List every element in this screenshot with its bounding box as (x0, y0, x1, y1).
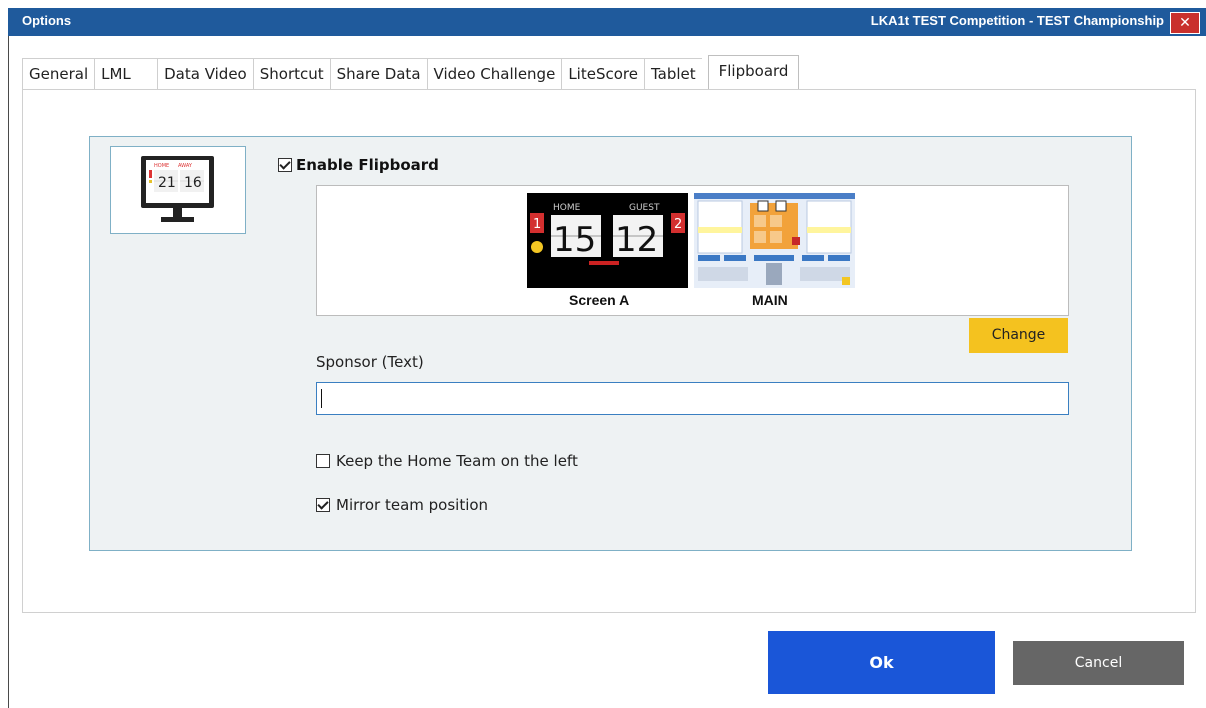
flipboard-icon-box: HOME AWAY 21 16 (110, 146, 246, 234)
enable-flipboard-label: Enable Flipboard (296, 156, 439, 174)
title-bar-background: Options LKA1t TEST Competition - TEST Ch… (8, 8, 1206, 36)
enable-flipboard-check[interactable] (278, 158, 292, 172)
keep-home-left-checkbox[interactable]: Keep the Home Team on the left (316, 452, 578, 470)
tab-litescore[interactable]: LiteScore (561, 58, 644, 89)
tab-flipboard[interactable]: Flipboard (707, 55, 800, 90)
tab-video-challenge[interactable]: Video Challenge (426, 58, 562, 89)
screen-a-home-score: 15 (553, 220, 596, 260)
flipboard-preview (316, 185, 1069, 316)
tab-general[interactable]: General (22, 58, 95, 89)
window-subtitle: LKA1t TEST Competition - TEST Championsh… (870, 13, 1164, 28)
tab-lml[interactable]: LML (94, 58, 158, 89)
screen-a-guest-label: GUEST (629, 203, 660, 213)
window-frame (8, 36, 9, 708)
icon-home-label: HOME (154, 163, 169, 169)
enable-flipboard-checkbox[interactable]: Enable Flipboard (278, 156, 439, 174)
sponsor-label: Sponsor (Text) (316, 353, 424, 371)
change-button[interactable]: Change (969, 318, 1068, 353)
main-caption: MAIN (752, 292, 788, 308)
ok-button[interactable]: Ok (768, 631, 995, 694)
tab-bar: General LML Data Video Shortcut Share Da… (22, 55, 800, 90)
icon-home-score: 21 (158, 175, 176, 191)
icon-away-label: AWAY (178, 163, 193, 169)
screen-a-preview-image: HOME GUEST 1 2 15 12 (527, 193, 688, 288)
cancel-button[interactable]: Cancel (1013, 641, 1184, 685)
mirror-team-checkbox[interactable]: Mirror team position (316, 496, 488, 514)
screen-a-guest-score: 12 (615, 220, 658, 260)
tab-data-video[interactable]: Data Video (157, 58, 253, 89)
screen-a-thumbnail[interactable]: HOME GUEST 1 2 15 12 (527, 193, 688, 288)
tab-shortcut[interactable]: Shortcut (252, 58, 330, 89)
monitor-scoreboard-icon: HOME AWAY 21 16 (141, 156, 214, 222)
close-button[interactable]: ✕ (1170, 12, 1200, 34)
tab-share-data[interactable]: Share Data (329, 58, 427, 89)
window-title: Options (22, 13, 72, 28)
main-thumbnail[interactable] (694, 193, 855, 288)
screen-a-guest-sets: 2 (674, 217, 682, 232)
keep-home-left-label: Keep the Home Team on the left (336, 452, 578, 470)
sponsor-input[interactable] (316, 382, 1069, 415)
screen-a-home-label: HOME (553, 203, 581, 213)
text-caret (321, 389, 322, 408)
keep-home-left-check[interactable] (316, 454, 330, 468)
tab-tablet[interactable]: Tablet (643, 58, 702, 89)
icon-away-score: 16 (184, 175, 202, 191)
main-preview-image (694, 193, 855, 288)
mirror-team-label: Mirror team position (336, 496, 489, 514)
screen-a-caption: Screen A (569, 292, 630, 308)
mirror-team-check[interactable] (316, 498, 330, 512)
screen-a-home-sets: 1 (533, 217, 541, 232)
title-bar: Options LKA1t TEST Competition - TEST Ch… (0, 0, 1206, 36)
